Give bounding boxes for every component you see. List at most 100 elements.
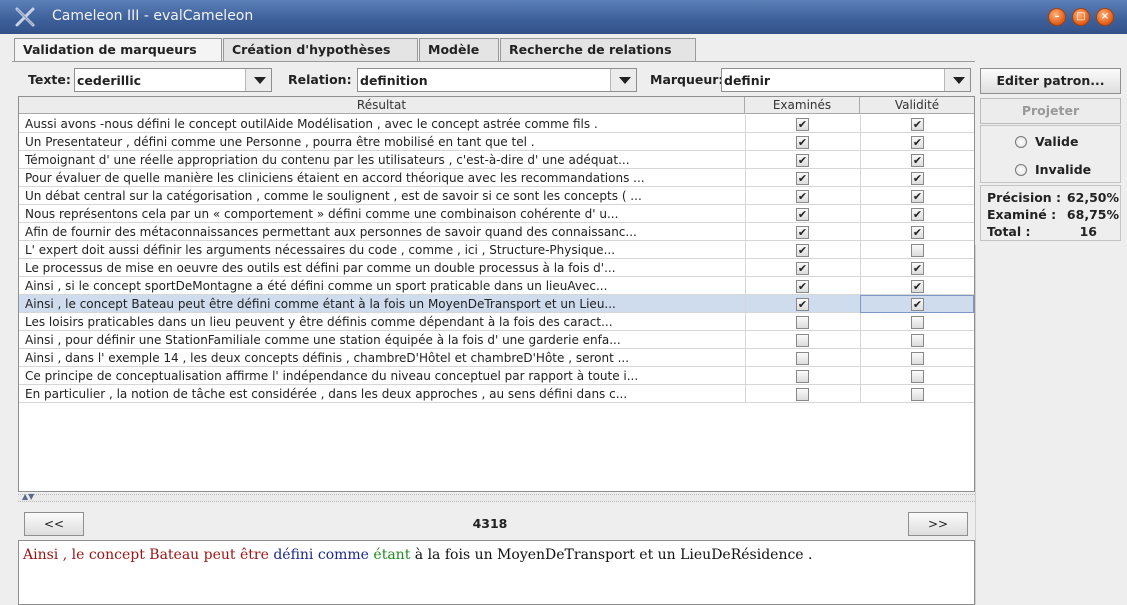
validite-checkbox[interactable]: ✔ [911,172,924,185]
table-row[interactable]: L' expert doit aussi définir les argumen… [19,241,974,259]
texte-select[interactable]: cederillic [74,68,272,92]
previous-button[interactable]: << [24,512,84,536]
total-label: Total : [987,224,1031,239]
validite-checkbox[interactable] [911,334,924,347]
column-divider [745,241,746,259]
column-header-examines[interactable]: Examinés [745,97,860,114]
collapse-arrows-icon[interactable]: ▲▼ [22,492,34,501]
tab-creation-hypotheses[interactable]: Création d'hypothèses [223,38,418,61]
table-row[interactable]: Les loisirs praticables dans un lieu peu… [19,313,974,331]
maximize-button[interactable]: □ [1072,8,1090,26]
valide-radio[interactable]: Valide [1015,133,1115,151]
column-divider [745,259,746,277]
validite-checkbox[interactable]: ✔ [911,280,924,293]
marqueur-label: Marqueur: [650,72,724,87]
table-row[interactable]: Ainsi , si le concept sportDeMontagne a … [19,277,974,295]
column-divider [745,295,746,313]
invalide-radio[interactable]: Invalide [1015,161,1115,179]
chevron-down-icon[interactable] [610,69,636,91]
examine-stat: Examiné : 68,75% [987,207,1119,223]
column-header-resultat[interactable]: Résultat [19,97,745,114]
examines-checkbox[interactable]: ✔ [796,226,809,239]
sentence-context-before: Ainsi , le concept Bateau peut être [23,547,274,563]
table-row[interactable]: Un débat central sur la catégorisation ,… [19,187,974,205]
validite-checkbox[interactable]: ✔ [911,190,924,203]
title-bar[interactable]: Cameleon III - evalCameleon – □ × [0,0,1127,34]
relation-select[interactable]: definition [357,68,637,92]
column-divider [860,241,861,259]
table-row[interactable]: Ce principe de conceptualisation affirme… [19,367,974,385]
next-button[interactable]: >> [908,512,968,536]
table-row[interactable]: Ainsi , le concept Bateau peut être défi… [19,295,974,313]
table-row[interactable]: Pour évaluer de quelle manière les clini… [19,169,974,187]
chevron-down-icon[interactable] [245,69,271,91]
examines-checkbox[interactable]: ✔ [796,244,809,257]
tab-recherche-de-relations[interactable]: Recherche de relations [500,38,696,61]
examines-checkbox[interactable]: ✔ [796,118,809,131]
validite-checkbox[interactable]: ✔ [911,262,924,275]
examines-checkbox[interactable]: ✔ [796,262,809,275]
column-divider [860,385,861,403]
radio-button-icon[interactable] [1015,164,1027,176]
examine-label: Examiné : [987,207,1057,222]
projeter-button[interactable]: Projeter [980,98,1121,124]
examines-checkbox[interactable]: ✔ [796,280,809,293]
examines-checkbox[interactable]: ✔ [796,190,809,203]
column-divider [745,151,746,169]
table-row[interactable]: Témoignant d' une réelle appropriation d… [19,151,974,169]
examines-checkbox[interactable] [796,388,809,401]
marqueur-select[interactable]: definir [721,68,971,92]
validite-checkbox[interactable] [911,244,924,257]
column-divider [745,277,746,295]
resultat-cell: Aussi avons -nous défini le concept outi… [25,117,598,131]
column-divider [860,187,861,205]
tab-label: Création d'hypothèses [232,42,391,57]
radio-button-icon[interactable] [1015,136,1027,148]
resultat-cell: Ainsi , dans l' exemple 14 , les deux co… [25,351,630,365]
examines-checkbox[interactable]: ✔ [796,208,809,221]
examines-checkbox[interactable]: ✔ [796,298,809,311]
close-button[interactable]: × [1096,8,1114,26]
marqueur-value: definir [724,73,771,88]
validity-radio-group: Valide Invalide [980,125,1121,183]
column-divider [745,313,746,331]
table-row[interactable]: Un Presentateur , défini comme une Perso… [19,133,974,151]
table-row[interactable]: Ainsi , dans l' exemple 14 , les deux co… [19,349,974,367]
column-divider [745,367,746,385]
examines-checkbox[interactable] [796,316,809,329]
sentence-viewer[interactable]: Ainsi , le concept Bateau peut être défi… [18,540,975,605]
validite-checkbox[interactable] [911,352,924,365]
tab-validation-de-marqueurs[interactable]: Validation de marqueurs [14,38,222,62]
editer-patron-button[interactable]: Editer patron... [980,68,1121,94]
table-row[interactable]: Ainsi , pour définir une StationFamilial… [19,331,974,349]
validite-checkbox[interactable]: ✔ [911,136,924,149]
column-divider [860,223,861,241]
texte-value: cederillic [77,73,142,88]
column-divider [860,133,861,151]
validite-checkbox[interactable]: ✔ [911,208,924,221]
record-counter: 4318 [472,516,508,531]
examines-checkbox[interactable]: ✔ [796,154,809,167]
validite-checkbox[interactable] [911,316,924,329]
table-row[interactable]: Afin de fournir des métaconnaissances pe… [19,223,974,241]
table-row[interactable]: Aussi avons -nous défini le concept outi… [19,115,974,133]
validite-checkbox[interactable] [911,370,924,383]
examines-checkbox[interactable] [796,370,809,383]
validite-checkbox[interactable]: ✔ [911,226,924,239]
table-row[interactable]: Le processus de mise en oeuvre des outil… [19,259,974,277]
validite-checkbox[interactable]: ✔ [911,154,924,167]
examines-checkbox[interactable]: ✔ [796,136,809,149]
examines-checkbox[interactable] [796,352,809,365]
examines-checkbox[interactable] [796,334,809,347]
examines-checkbox[interactable]: ✔ [796,172,809,185]
table-row[interactable]: Nous représentons cela par un « comporte… [19,205,974,223]
table-row[interactable]: En particulier , la notion de tâche est … [19,385,974,403]
validite-checkbox[interactable]: ✔ [911,118,924,131]
minimize-button[interactable]: – [1048,8,1066,26]
validite-checkbox[interactable] [911,388,924,401]
column-header-validite[interactable]: Validité [860,97,974,114]
chevron-down-icon[interactable] [944,69,970,91]
split-pane-divider[interactable]: ▲▼ [18,492,975,502]
tab-modele[interactable]: Modèle [419,38,499,61]
column-divider [745,187,746,205]
